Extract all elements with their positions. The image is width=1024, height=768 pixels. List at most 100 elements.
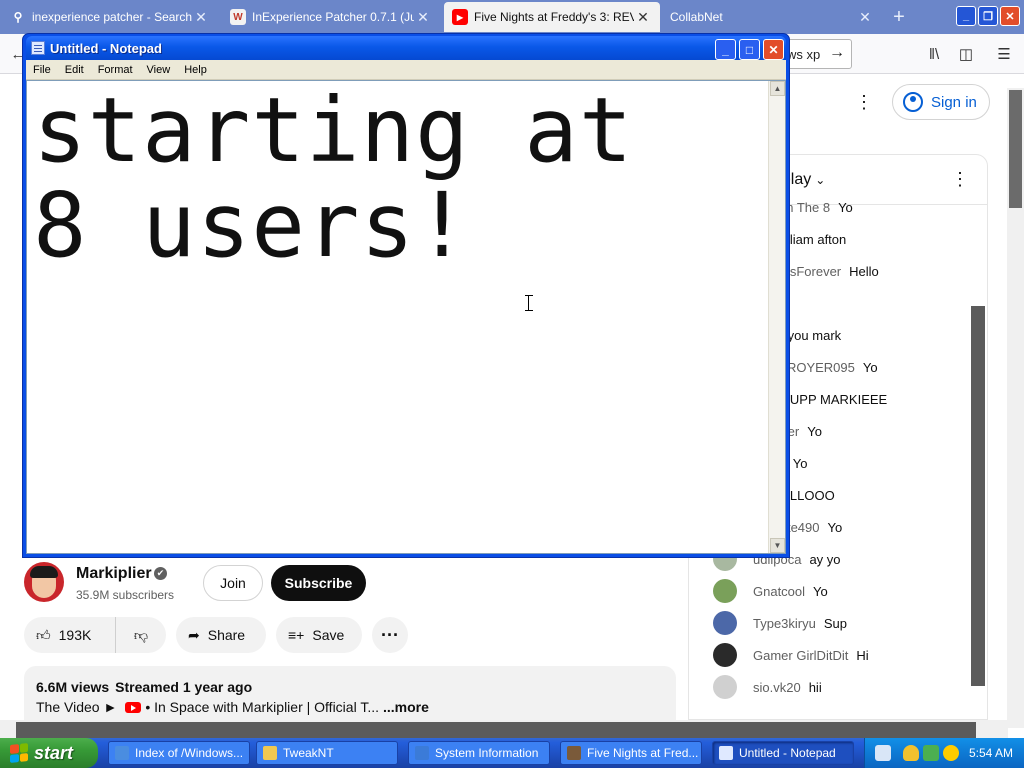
menu-view[interactable]: View: [140, 64, 178, 76]
channel-name[interactable]: Markiplier: [76, 565, 152, 583]
stream-date: Streamed 1 year ago: [115, 679, 253, 695]
description-line: The Video ► • In Space with Markiplier |…: [36, 699, 429, 715]
description-box[interactable]: 6.6M views Streamed 1 year ago The Video …: [24, 666, 676, 720]
sidebar-icon[interactable]: ◫: [952, 40, 980, 68]
search-icon: ⚲: [13, 10, 23, 24]
folder-icon: [263, 746, 277, 760]
close-tab-icon[interactable]: ✕: [192, 9, 210, 26]
inexperience-icon: W: [230, 9, 246, 25]
sign-in-button[interactable]: Sign in: [892, 84, 990, 120]
close-tab-icon[interactable]: ✕: [856, 9, 874, 26]
playlist-add-icon: ≡+: [288, 627, 305, 643]
notepad-scrollbar[interactable]: ▲ ▼: [768, 81, 785, 553]
youtube-icon: ▶: [452, 9, 468, 25]
chat-text: ay yo: [809, 551, 841, 567]
notepad-icon: [31, 41, 45, 55]
taskbar-item[interactable]: Untitled - Notepad: [712, 741, 854, 765]
chat-avatar: [713, 611, 737, 635]
description-meta: 6.6M views Streamed 1 year ago: [36, 679, 252, 695]
close-tab-icon[interactable]: ✕: [414, 9, 432, 26]
like-button[interactable]: 👍︎ 193K: [24, 617, 116, 653]
chat-avatar: [713, 675, 737, 699]
chat-text: Yo: [838, 199, 853, 215]
subscribe-button[interactable]: Subscribe: [271, 565, 366, 601]
tab-collabnet[interactable]: CollabNet ✕: [662, 2, 882, 32]
new-tab-button[interactable]: +: [888, 4, 910, 30]
taskbar-item[interactable]: Five Nights at Fred...: [560, 741, 702, 765]
tab-search[interactable]: ⚲ inexperience patcher - Search ✕: [2, 2, 218, 32]
taskbar-item-label: Index of /Windows...: [135, 746, 244, 760]
view-count: 6.6M views: [36, 679, 110, 695]
taskbar-item[interactable]: Index of /Windows...: [108, 741, 250, 765]
dislike-button[interactable]: 👎︎: [116, 627, 166, 644]
save-button[interactable]: ≡+ Save: [276, 617, 362, 653]
channel-avatar[interactable]: [24, 562, 64, 602]
save-label: Save: [312, 627, 345, 643]
chat-text: Yo: [792, 455, 808, 471]
menu-edit[interactable]: Edit: [58, 64, 91, 76]
info-icon: [415, 746, 429, 760]
notepad-title-bar[interactable]: Untitled - Notepad _ □ ✕: [26, 36, 786, 60]
go-arrow-icon[interactable]: →: [827, 44, 847, 64]
menu-icon[interactable]: ☰: [990, 40, 1018, 68]
scroll-up-icon[interactable]: ▲: [770, 81, 785, 96]
menu-help[interactable]: Help: [177, 64, 214, 76]
chat-text: Yo: [862, 359, 878, 375]
notepad-text-area[interactable]: starting at 8 users! ▲ ▼: [26, 80, 786, 554]
tab-label: inexperience patcher - Search: [32, 10, 192, 24]
page-scrollbar-thumb[interactable]: [1009, 90, 1022, 208]
description-link[interactable]: • In Space with Markiplier | Official T.…: [145, 699, 379, 715]
notepad-content[interactable]: starting at 8 users!: [33, 83, 763, 273]
chat-text: hii: [808, 679, 822, 695]
start-button[interactable]: start: [0, 738, 98, 768]
menu-file[interactable]: File: [26, 64, 58, 76]
notepad-minimize-button[interactable]: _: [715, 39, 736, 60]
tab-youtube[interactable]: ▶ Five Nights at Freddy's 3: REVISI ✕: [444, 2, 660, 32]
close-tab-icon[interactable]: ✕: [634, 9, 652, 26]
more-options-icon[interactable]: ⋮: [852, 88, 876, 116]
close-window-button[interactable]: ✕: [1000, 6, 1020, 26]
tab-inexperience[interactable]: W InExperience Patcher 0.7.1 (Jun ✕: [222, 2, 440, 32]
thumbs-up-icon: 👍︎: [36, 626, 51, 643]
menu-format[interactable]: Format: [91, 64, 140, 76]
description-prefix: The Video ►: [36, 699, 118, 715]
taskbar-item-label: Five Nights at Fred...: [587, 746, 699, 760]
security-shield-icon[interactable]: [903, 745, 919, 761]
more-actions-button[interactable]: ···: [372, 617, 408, 653]
join-button[interactable]: Join: [203, 565, 263, 601]
notepad-close-button[interactable]: ✕: [763, 39, 784, 60]
url-text: ws xp: [787, 46, 821, 62]
chat-options-icon[interactable]: ⋮: [951, 169, 969, 190]
chat-avatar: [713, 643, 737, 667]
scroll-down-icon[interactable]: ▼: [770, 538, 785, 553]
search-tray-icon[interactable]: [943, 745, 959, 761]
maximize-button[interactable]: ❐: [978, 6, 998, 26]
taskbar-item[interactable]: System Information: [408, 741, 550, 765]
share-button[interactable]: ➦ Share: [176, 617, 266, 653]
notepad-menu-bar: File Edit Format View Help: [26, 60, 786, 80]
taskbar-item-label: System Information: [435, 746, 539, 760]
taskbar-item-label: Untitled - Notepad: [739, 746, 836, 760]
share-icon: ➦: [188, 626, 200, 643]
like-dislike-group: 👍︎ 193K 👎︎: [24, 617, 166, 653]
chat-message: Gamer GirlDitDit Hi: [689, 639, 987, 671]
show-more-link[interactable]: ...more: [383, 699, 429, 715]
thumbs-down-icon: 👎︎: [133, 626, 149, 643]
text-cursor-icon: [525, 295, 536, 311]
taskbar-item[interactable]: TweakNT: [256, 741, 398, 765]
page-scrollbar[interactable]: [1007, 88, 1024, 728]
minimize-button[interactable]: _: [956, 6, 976, 26]
taskbar: start Index of /Windows... TweakNT System …: [0, 738, 1024, 768]
taskbar-item-label: TweakNT: [283, 746, 334, 760]
sign-in-label: Sign in: [931, 93, 977, 111]
horizontal-scrollbar-thumb[interactable]: [16, 722, 976, 738]
like-count: 193K: [58, 627, 92, 643]
keyboard-icon[interactable]: [875, 745, 891, 761]
chat-scrollbar[interactable]: [971, 306, 985, 686]
chat-message: Gnatcool Yo: [689, 575, 987, 607]
network-icon[interactable]: [923, 745, 939, 761]
library-icon[interactable]: ‖\: [920, 40, 948, 68]
subscriber-count: 35.9M subscribers: [76, 588, 175, 602]
chat-text: Hi: [856, 647, 869, 663]
notepad-maximize-button[interactable]: □: [739, 39, 760, 60]
